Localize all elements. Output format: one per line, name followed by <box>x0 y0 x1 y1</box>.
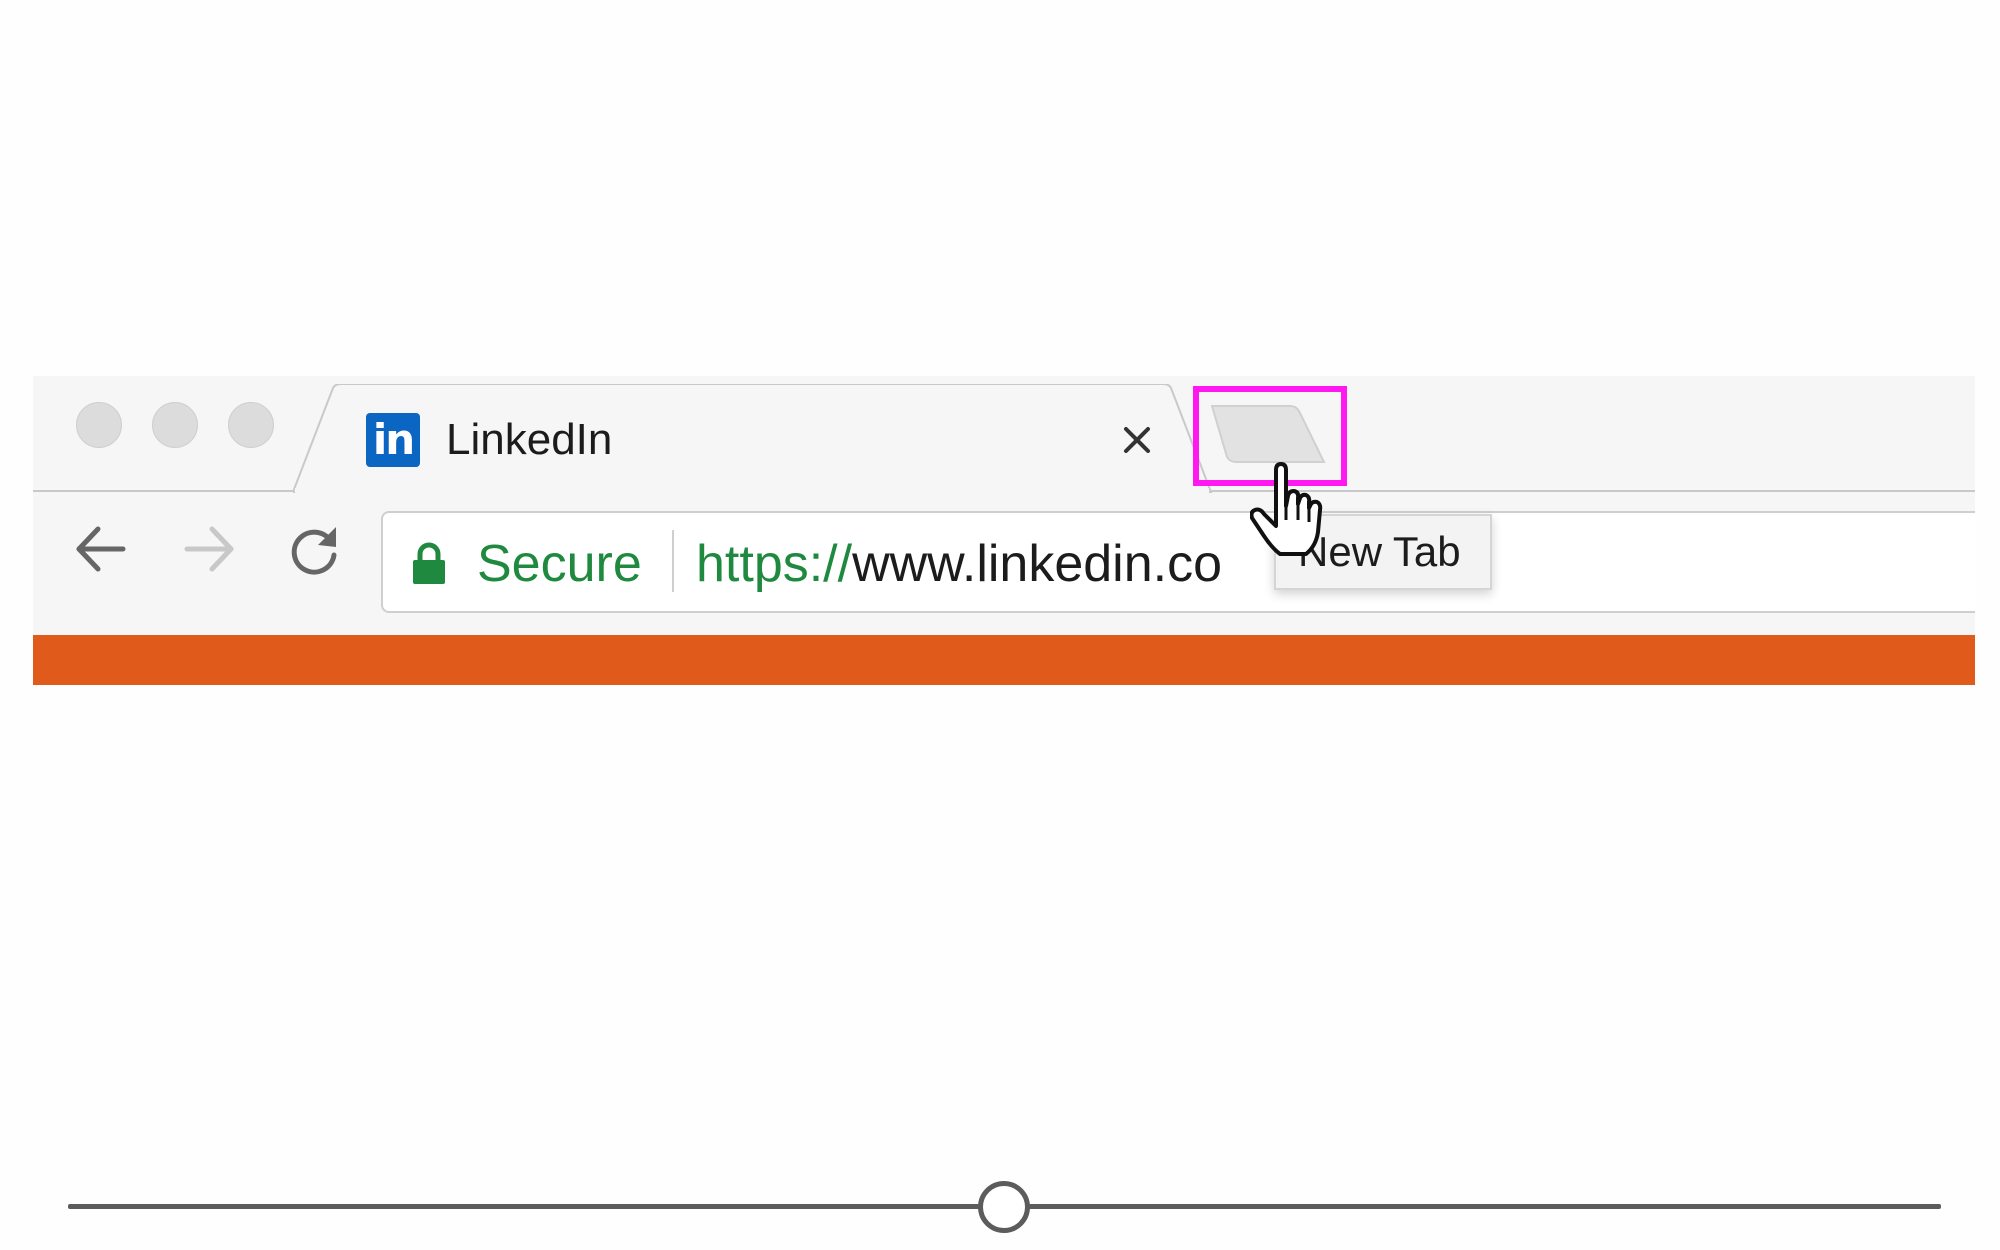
timeline-slider-handle[interactable] <box>978 1181 1030 1233</box>
arrow-right-icon[interactable] <box>179 519 239 579</box>
close-window-button[interactable] <box>76 402 122 448</box>
url-host: www.linkedin.co <box>852 535 1223 593</box>
url-scheme: https:// <box>696 535 853 593</box>
minimize-window-button[interactable] <box>152 402 198 448</box>
close-icon[interactable] <box>1113 416 1161 464</box>
address-bar-divider <box>672 530 674 592</box>
hand-pointer-cursor-icon <box>1250 462 1323 556</box>
reload-icon[interactable] <box>284 519 344 579</box>
security-label[interactable]: Secure <box>477 534 642 594</box>
browser-window: in LinkedIn Secure https://www.linkedin.… <box>33 376 1975 685</box>
linkedin-favicon-icon: in <box>366 413 420 467</box>
tab-title: LinkedIn <box>446 415 613 464</box>
zoom-window-button[interactable] <box>228 402 274 448</box>
url-text[interactable]: https://www.linkedin.co <box>696 534 1308 594</box>
lock-icon <box>413 542 445 584</box>
page-header-bar <box>33 635 1975 685</box>
screenshot-stage: in LinkedIn Secure https://www.linkedin.… <box>0 0 2000 1250</box>
arrow-left-icon[interactable] <box>71 519 131 579</box>
tab-linkedin[interactable] <box>293 384 1213 494</box>
